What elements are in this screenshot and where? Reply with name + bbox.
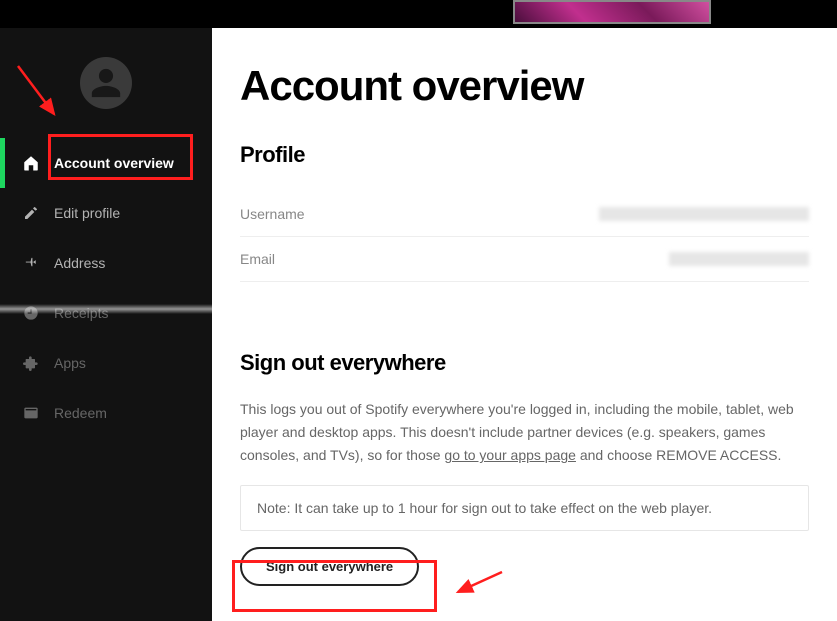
home-icon [22, 154, 40, 172]
profile-row-value-redacted [599, 207, 809, 221]
profile-section: Profile Username Email [240, 142, 809, 282]
sidebar-item-label: Redeem [54, 405, 107, 421]
avatar-icon [80, 57, 132, 109]
signout-everywhere-button[interactable]: Sign out everywhere [240, 547, 419, 586]
sidebar-item-label: Edit profile [54, 205, 120, 221]
signout-description: This logs you out of Spotify everywhere … [240, 398, 809, 467]
sidebar-item-address[interactable]: Address [0, 238, 212, 288]
profile-row-label: Email [240, 251, 275, 267]
signout-heading: Sign out everywhere [240, 350, 809, 376]
signout-desc-suffix: and choose REMOVE ACCESS. [576, 447, 781, 463]
pencil-icon [22, 204, 40, 222]
sidebar-item-receipts[interactable]: Receipts [0, 288, 212, 338]
sidebar-item-account-overview[interactable]: Account overview [0, 138, 212, 188]
avatar-area [0, 28, 212, 138]
page-title: Account overview [240, 62, 809, 110]
puzzle-icon [22, 354, 40, 372]
account-sidebar: Account overview Edit profile Address Re… [0, 28, 212, 621]
card-icon [22, 404, 40, 422]
sidebar-item-edit-profile[interactable]: Edit profile [0, 188, 212, 238]
sidebar-item-label: Address [54, 255, 105, 271]
profile-row-label: Username [240, 206, 305, 222]
clock-icon [22, 304, 40, 322]
top-header-bar [0, 0, 837, 28]
header-artwork [513, 0, 711, 24]
signout-note: Note: It can take up to 1 hour for sign … [240, 485, 809, 531]
main-content: Account overview Profile Username Email … [212, 28, 837, 621]
sidebar-item-label: Account overview [54, 155, 174, 171]
profile-row-username: Username [240, 192, 809, 237]
section-gap [240, 282, 809, 350]
profile-heading: Profile [240, 142, 809, 168]
signout-section: Sign out everywhere This logs you out of… [240, 350, 809, 586]
pin-icon [22, 254, 40, 272]
sidebar-item-label: Apps [54, 355, 86, 371]
sidebar-item-label: Receipts [54, 305, 108, 321]
profile-row-email: Email [240, 237, 809, 282]
nav-list: Account overview Edit profile Address Re… [0, 138, 212, 438]
profile-row-value-redacted [669, 252, 809, 266]
apps-page-link[interactable]: go to your apps page [444, 447, 576, 463]
sidebar-item-redeem[interactable]: Redeem [0, 388, 212, 438]
sidebar-item-apps[interactable]: Apps [0, 338, 212, 388]
